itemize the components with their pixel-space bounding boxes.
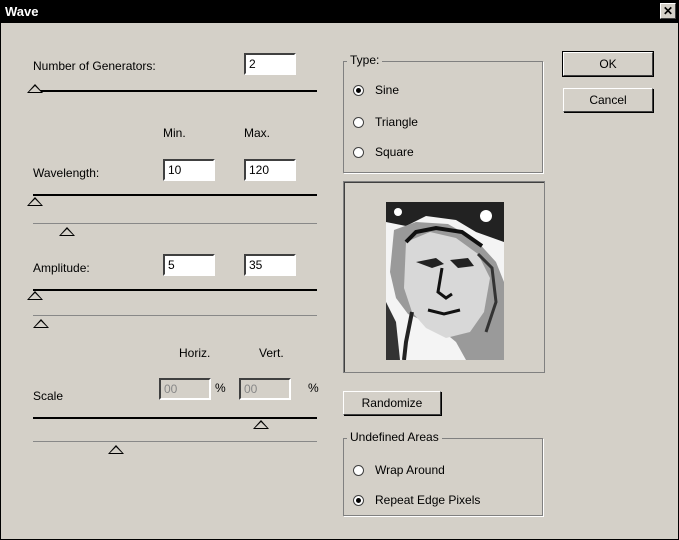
- amplitude-min-slider-track[interactable]: [33, 289, 317, 291]
- cancel-button[interactable]: Cancel: [563, 88, 653, 112]
- preview-image-icon: [386, 202, 504, 360]
- amplitude-label: Amplitude:: [33, 261, 90, 275]
- scale-vert-field[interactable]: 00: [239, 378, 291, 400]
- type-triangle-label[interactable]: Triangle: [375, 115, 418, 129]
- type-sine-label[interactable]: Sine: [375, 83, 399, 97]
- wavelength-min-field[interactable]: 10: [163, 159, 215, 181]
- type-sine-radio[interactable]: [353, 85, 364, 96]
- generators-slider-track[interactable]: [33, 90, 317, 92]
- window-title: Wave: [5, 4, 39, 19]
- generators-label: Number of Generators:: [33, 59, 156, 73]
- wavelength-min-slider-thumb[interactable]: [27, 197, 43, 206]
- wrap-around-label[interactable]: Wrap Around: [375, 463, 445, 477]
- scale-horiz-slider-track[interactable]: [33, 417, 317, 419]
- type-group: [343, 61, 543, 173]
- type-group-title: Type:: [347, 53, 383, 67]
- close-icon[interactable]: ✕: [660, 3, 676, 19]
- scale-label: Scale: [33, 389, 64, 403]
- wavelength-max-slider-track[interactable]: [33, 223, 317, 224]
- preview-pane: [343, 181, 545, 373]
- wave-dialog: Wave ✕ Number of Generators: 2 Min. Max.…: [0, 0, 679, 540]
- scale-horiz-field[interactable]: 00: [159, 378, 211, 400]
- vert-header: Vert.: [259, 346, 284, 360]
- horiz-header: Horiz.: [179, 346, 211, 360]
- type-square-label[interactable]: Square: [375, 145, 414, 159]
- generators-field[interactable]: 2: [244, 53, 296, 75]
- repeat-edge-pixels-label[interactable]: Repeat Edge Pixels: [375, 493, 480, 507]
- wavelength-label: Wavelength:: [33, 166, 100, 180]
- vert-percent-label: %: [308, 381, 319, 395]
- horiz-percent-label: %: [215, 381, 226, 395]
- wavelength-max-slider-thumb[interactable]: [59, 227, 75, 236]
- generators-slider-thumb[interactable]: [27, 84, 43, 93]
- amplitude-max-slider-thumb[interactable]: [33, 319, 49, 328]
- scale-vert-slider-track[interactable]: [33, 441, 317, 442]
- type-triangle-radio[interactable]: [353, 117, 364, 128]
- scale-horiz-slider-thumb[interactable]: [253, 420, 269, 429]
- amplitude-max-slider-track[interactable]: [33, 315, 317, 316]
- repeat-edge-pixels-radio[interactable]: [353, 495, 364, 506]
- wavelength-min-slider-track[interactable]: [33, 194, 317, 196]
- randomize-button[interactable]: Randomize: [343, 391, 441, 415]
- scale-vert-slider-thumb[interactable]: [108, 445, 124, 454]
- min-header: Min.: [163, 126, 186, 140]
- undefined-areas-title: Undefined Areas: [347, 430, 442, 444]
- wavelength-max-field[interactable]: 120: [244, 159, 296, 181]
- amplitude-min-slider-thumb[interactable]: [27, 291, 43, 300]
- max-header: Max.: [244, 126, 271, 140]
- wrap-around-radio[interactable]: [353, 465, 364, 476]
- amplitude-max-field[interactable]: 35: [244, 254, 296, 276]
- ok-button[interactable]: OK: [562, 51, 654, 77]
- type-square-radio[interactable]: [353, 147, 364, 158]
- title-bar[interactable]: Wave ✕: [1, 1, 678, 23]
- amplitude-min-field[interactable]: 5: [163, 254, 215, 276]
